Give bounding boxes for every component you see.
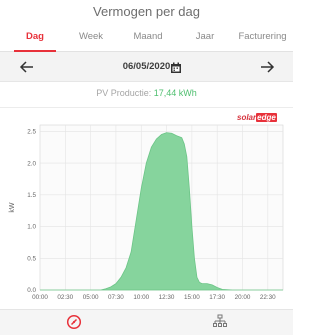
y-tick-label: 0.5 [27, 255, 36, 262]
x-tick-label: 05:00 [83, 294, 99, 301]
x-tick-label: 00:00 [32, 294, 48, 301]
y-tick-label: 1.0 [27, 224, 36, 231]
x-tick-label: 12:30 [159, 294, 175, 301]
y-tick-label: 2.0 [27, 160, 36, 167]
power-chart: 0.00.51.01.52.02.500:00 02:30 05:00 07:30 10… [9, 124, 284, 301]
y-tick-label: 1.5 [27, 192, 36, 199]
x-tick-label: 07:30 [108, 294, 124, 301]
x-tick-label: 20:00 [235, 294, 251, 301]
x-tick-label: 17:30 [209, 294, 225, 301]
bottom-navigation [0, 309, 293, 335]
x-tick-label: 15:00 [184, 294, 200, 301]
y-axis-label: kW [9, 202, 16, 213]
site-layout-icon[interactable] [212, 314, 228, 330]
x-tick-label: 10:00 [133, 294, 149, 301]
dashboard-icon[interactable] [66, 314, 82, 330]
y-tick-label: 2.5 [27, 129, 36, 136]
x-tick-label: 22:30 [260, 294, 276, 301]
x-tick-label: 02:30 [57, 294, 73, 301]
